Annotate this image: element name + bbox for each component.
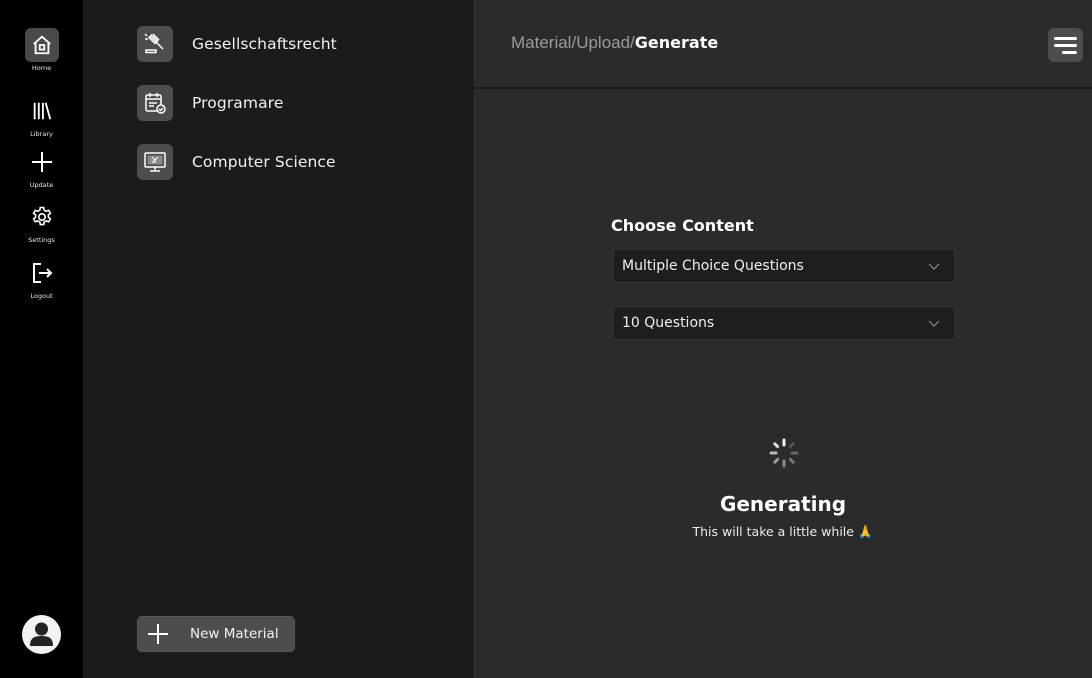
breadcrumb-material[interactable]: Material/ bbox=[511, 33, 576, 52]
content-type-value: Multiple Choice Questions bbox=[622, 258, 804, 274]
materials-panel: Gesellschaftsrecht Programare Computer S… bbox=[83, 0, 472, 678]
library-icon bbox=[25, 94, 59, 128]
logout-icon bbox=[25, 256, 59, 290]
breadcrumb-upload[interactable]: Upload/ bbox=[576, 33, 635, 52]
nav-rail: Home Library Update Settings Logout bbox=[0, 0, 83, 678]
material-label: Computer Science bbox=[192, 153, 336, 171]
calendar-check-icon bbox=[137, 85, 173, 121]
question-count-select[interactable]: 10 Questions bbox=[613, 306, 955, 340]
home-icon bbox=[24, 28, 59, 62]
chevron-down-icon bbox=[928, 263, 940, 270]
loading-spinner-icon bbox=[769, 438, 799, 468]
nav-item-update[interactable]: Update bbox=[0, 145, 83, 189]
material-label: Gesellschaftsrecht bbox=[192, 35, 337, 53]
nav-item-settings[interactable]: Settings bbox=[0, 200, 83, 244]
material-label: Programare bbox=[192, 94, 284, 112]
menu-button[interactable] bbox=[1048, 28, 1083, 62]
status-subtitle: This will take a little while 🙏 bbox=[692, 524, 874, 539]
monitor-icon bbox=[137, 144, 173, 180]
section-title: Choose Content bbox=[611, 216, 754, 235]
content-type-select[interactable]: Multiple Choice Questions bbox=[613, 249, 955, 283]
main-content: Material/Upload/Generate Choose Content … bbox=[472, 0, 1092, 678]
plus-icon bbox=[25, 145, 59, 179]
gavel-icon bbox=[137, 26, 173, 62]
nav-item-home[interactable]: Home bbox=[0, 28, 83, 72]
status-title: Generating bbox=[719, 492, 847, 516]
nav-item-logout[interactable]: Logout bbox=[0, 256, 83, 300]
breadcrumb-generate: Generate bbox=[634, 33, 719, 52]
material-item[interactable]: Programare bbox=[137, 85, 283, 121]
nav-label: Logout bbox=[30, 292, 53, 300]
nav-label: Update bbox=[29, 181, 54, 189]
user-avatar-icon bbox=[30, 622, 53, 646]
nav-label: Home bbox=[31, 64, 52, 72]
breadcrumb: Material/Upload/Generate bbox=[511, 33, 718, 53]
nav-item-library[interactable]: Library bbox=[0, 94, 83, 138]
material-item[interactable]: Computer Science bbox=[137, 144, 336, 180]
new-material-button[interactable]: New Material bbox=[137, 616, 295, 652]
nav-label: Settings bbox=[28, 236, 55, 244]
top-bar: Material/Upload/Generate bbox=[473, 0, 1092, 89]
gear-icon bbox=[25, 200, 59, 234]
chevron-down-icon bbox=[928, 320, 940, 327]
new-material-label: New Material bbox=[190, 626, 279, 642]
nav-label: Library bbox=[30, 130, 53, 138]
material-item[interactable]: Gesellschaftsrecht bbox=[137, 26, 337, 62]
question-count-value: 10 Questions bbox=[622, 315, 715, 331]
user-avatar[interactable] bbox=[22, 615, 61, 654]
plus-icon bbox=[148, 624, 168, 644]
